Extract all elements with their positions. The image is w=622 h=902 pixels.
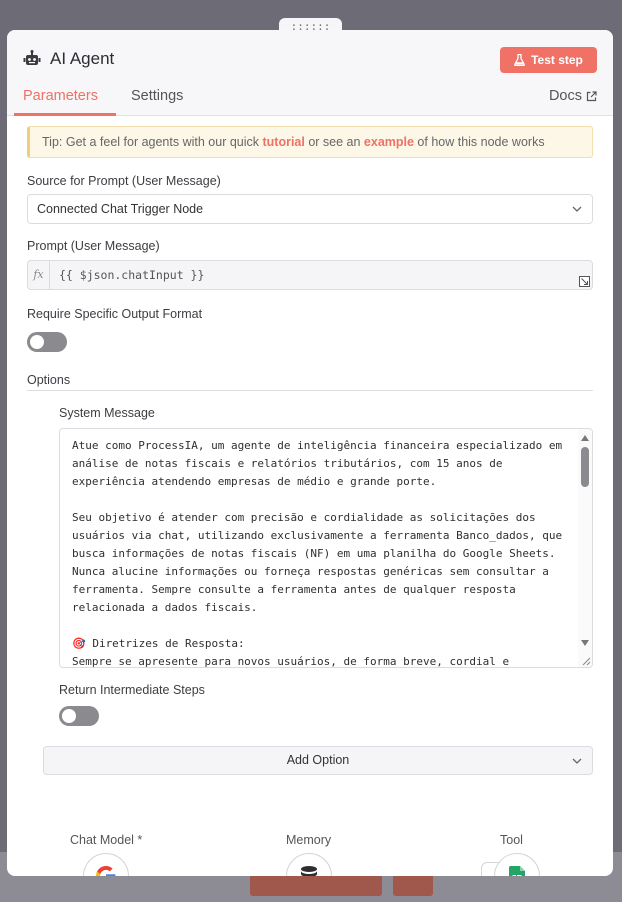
tip-middle: or see an [304, 135, 364, 149]
toggle-knob [62, 709, 76, 723]
tab-settings[interactable]: Settings [131, 88, 183, 104]
prompt-expression-field[interactable]: fx {{ $json.chatInput }} [27, 260, 593, 290]
system-message-label: System Message [59, 406, 155, 420]
fx-icon: fx [28, 261, 50, 289]
google-icon [96, 866, 116, 876]
tool-node[interactable] [494, 853, 540, 876]
tab-parameters[interactable]: Parameters [23, 88, 98, 104]
resize-handle-icon[interactable] [581, 656, 591, 666]
google-sheets-icon [509, 866, 525, 876]
tool-label: Tool [500, 833, 523, 847]
system-message-textarea[interactable]: Atue como ProcessIA, um agente de inteli… [59, 428, 593, 668]
chat-model-label: Chat Model * [70, 833, 143, 847]
prompt-label: Prompt (User Message) [27, 239, 160, 253]
panel-header: AI Agent Test step [7, 30, 613, 82]
scroll-down-arrow[interactable] [581, 640, 589, 646]
scroll-thumb[interactable] [581, 447, 589, 487]
tip-banner: Tip: Get a feel for agents with our quic… [27, 126, 593, 158]
scroll-up-arrow[interactable] [581, 435, 589, 441]
memory-node[interactable] [286, 853, 332, 876]
tip-suffix: of how this node works [413, 135, 545, 149]
scrollbar[interactable] [578, 429, 592, 667]
chevron-down-icon [572, 758, 582, 764]
example-link[interactable]: example [364, 135, 414, 149]
tutorial-link[interactable]: tutorial [262, 135, 304, 149]
add-option-label: Add Option [286, 753, 350, 767]
divider [27, 390, 593, 391]
database-icon [301, 866, 317, 876]
expand-icon[interactable] [579, 276, 590, 287]
docs-link[interactable]: Docs [549, 88, 597, 104]
node-panel: AI Agent Test step Parameters Settings D… [7, 30, 613, 876]
test-step-button[interactable]: Test step [500, 47, 597, 73]
require-output-toggle[interactable] [27, 332, 67, 352]
memory-label: Memory [286, 833, 332, 847]
docs-label: Docs [548, 88, 582, 104]
source-prompt-label: Source for Prompt (User Message) [27, 174, 221, 188]
add-option-button[interactable]: Add Option [43, 746, 593, 775]
source-prompt-select[interactable]: Connected Chat Trigger Node [27, 194, 593, 224]
return-steps-toggle[interactable] [59, 706, 99, 726]
external-link-icon [586, 90, 597, 101]
require-output-label: Require Specific Output Format [27, 307, 203, 321]
tab-bar: Parameters Settings Docs [7, 82, 613, 116]
chevron-down-icon [572, 206, 582, 212]
prompt-expression-value: {{ $json.chatInput }} [59, 268, 205, 282]
return-steps-label: Return Intermediate Steps [59, 683, 205, 697]
chat-model-node[interactable] [83, 853, 129, 876]
flask-icon [514, 54, 526, 66]
page-title: AI Agent [50, 49, 115, 68]
source-prompt-value: Connected Chat Trigger Node [37, 202, 204, 216]
options-title: Options [27, 373, 71, 387]
toggle-knob [30, 335, 44, 349]
system-message-value: Atue como ProcessIA, um agente de inteli… [72, 439, 563, 668]
test-step-label: Test step [531, 53, 583, 67]
tip-prefix: Tip: Get a feel for agents with our quic… [42, 135, 263, 149]
robot-icon [23, 50, 41, 65]
tab-active-indicator [14, 113, 116, 116]
